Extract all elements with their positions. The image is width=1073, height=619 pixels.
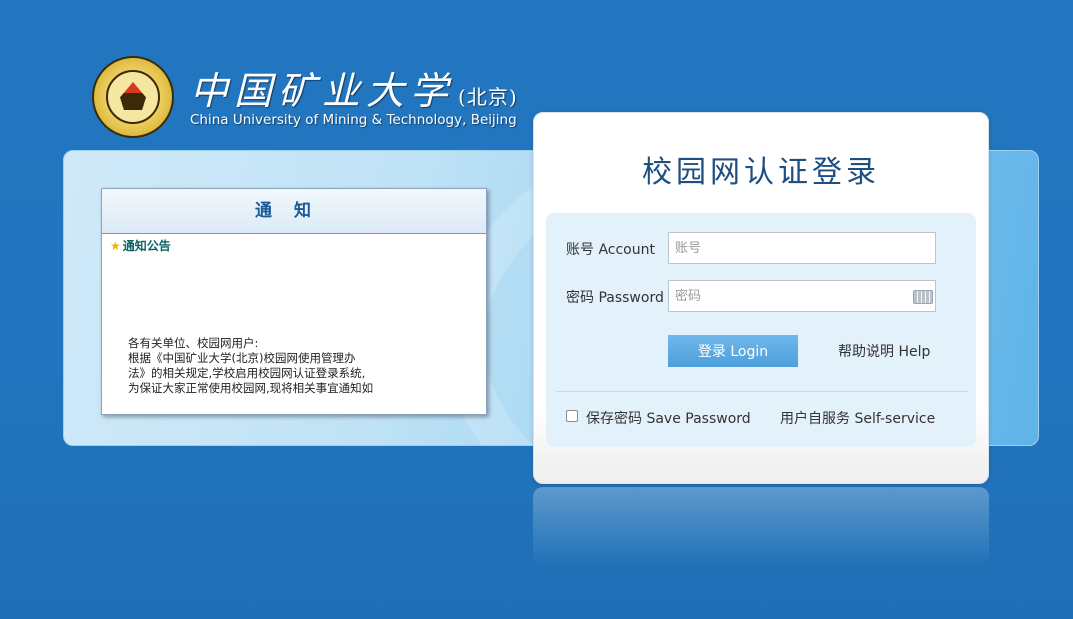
keyboard-icon[interactable]	[913, 290, 933, 304]
account-label: 账号 Account	[566, 242, 655, 258]
save-password-label[interactable]: 保存密码 Save Password	[586, 408, 751, 428]
notice-title: 通知	[102, 189, 486, 234]
notice-line: 根据《中国矿业大学(北京)校园网使用管理办	[128, 351, 356, 365]
notice-panel: 通知 ★ 通知公告 各有关单位、校园网用户: 根据《中国矿业大学(北京)校园网使用…	[101, 188, 487, 415]
star-icon: ★	[110, 239, 121, 253]
help-link[interactable]: 帮助说明 Help	[838, 341, 930, 361]
divider	[556, 391, 968, 392]
university-name-cn: 中国矿业大学 (北京)	[190, 69, 518, 113]
password-label: 密码 Password	[566, 290, 664, 306]
university-name-en: China University of Mining & Technology,…	[190, 112, 517, 128]
university-name-cn-suffix: (北京)	[458, 85, 518, 109]
notice-body: 各有关单位、校园网用户: 根据《中国矿业大学(北京)校园网使用管理办 法》的相关…	[128, 336, 408, 396]
notice-line: 各有关单位、校园网用户:	[128, 336, 259, 350]
login-title: 校园网认证登录	[642, 155, 880, 190]
login-button[interactable]: 登录 Login	[668, 335, 798, 367]
notice-line: 法》的相关规定,学校启用校园网认证登录系统,	[128, 366, 366, 380]
university-seal-icon	[92, 56, 174, 138]
university-logo: 中国矿业大学 (北京) China University of Mining & …	[92, 56, 522, 138]
save-password-checkbox[interactable]	[566, 410, 578, 422]
self-service-link[interactable]: 用户自服务 Self-service	[780, 408, 935, 428]
login-form: 账号 Account 密码 Password 登录 Login 帮助说明 Hel…	[546, 213, 976, 447]
account-input[interactable]	[668, 232, 936, 264]
password-input[interactable]	[668, 280, 936, 312]
card-reflection	[533, 487, 989, 567]
login-card: 校园网认证登录 账号 Account 密码 Password 登录 Login …	[533, 112, 989, 484]
notice-subtitle[interactable]: ★ 通知公告	[110, 237, 171, 254]
notice-line: 为保证大家正常使用校园网,现将相关事宜通知如	[128, 381, 374, 395]
